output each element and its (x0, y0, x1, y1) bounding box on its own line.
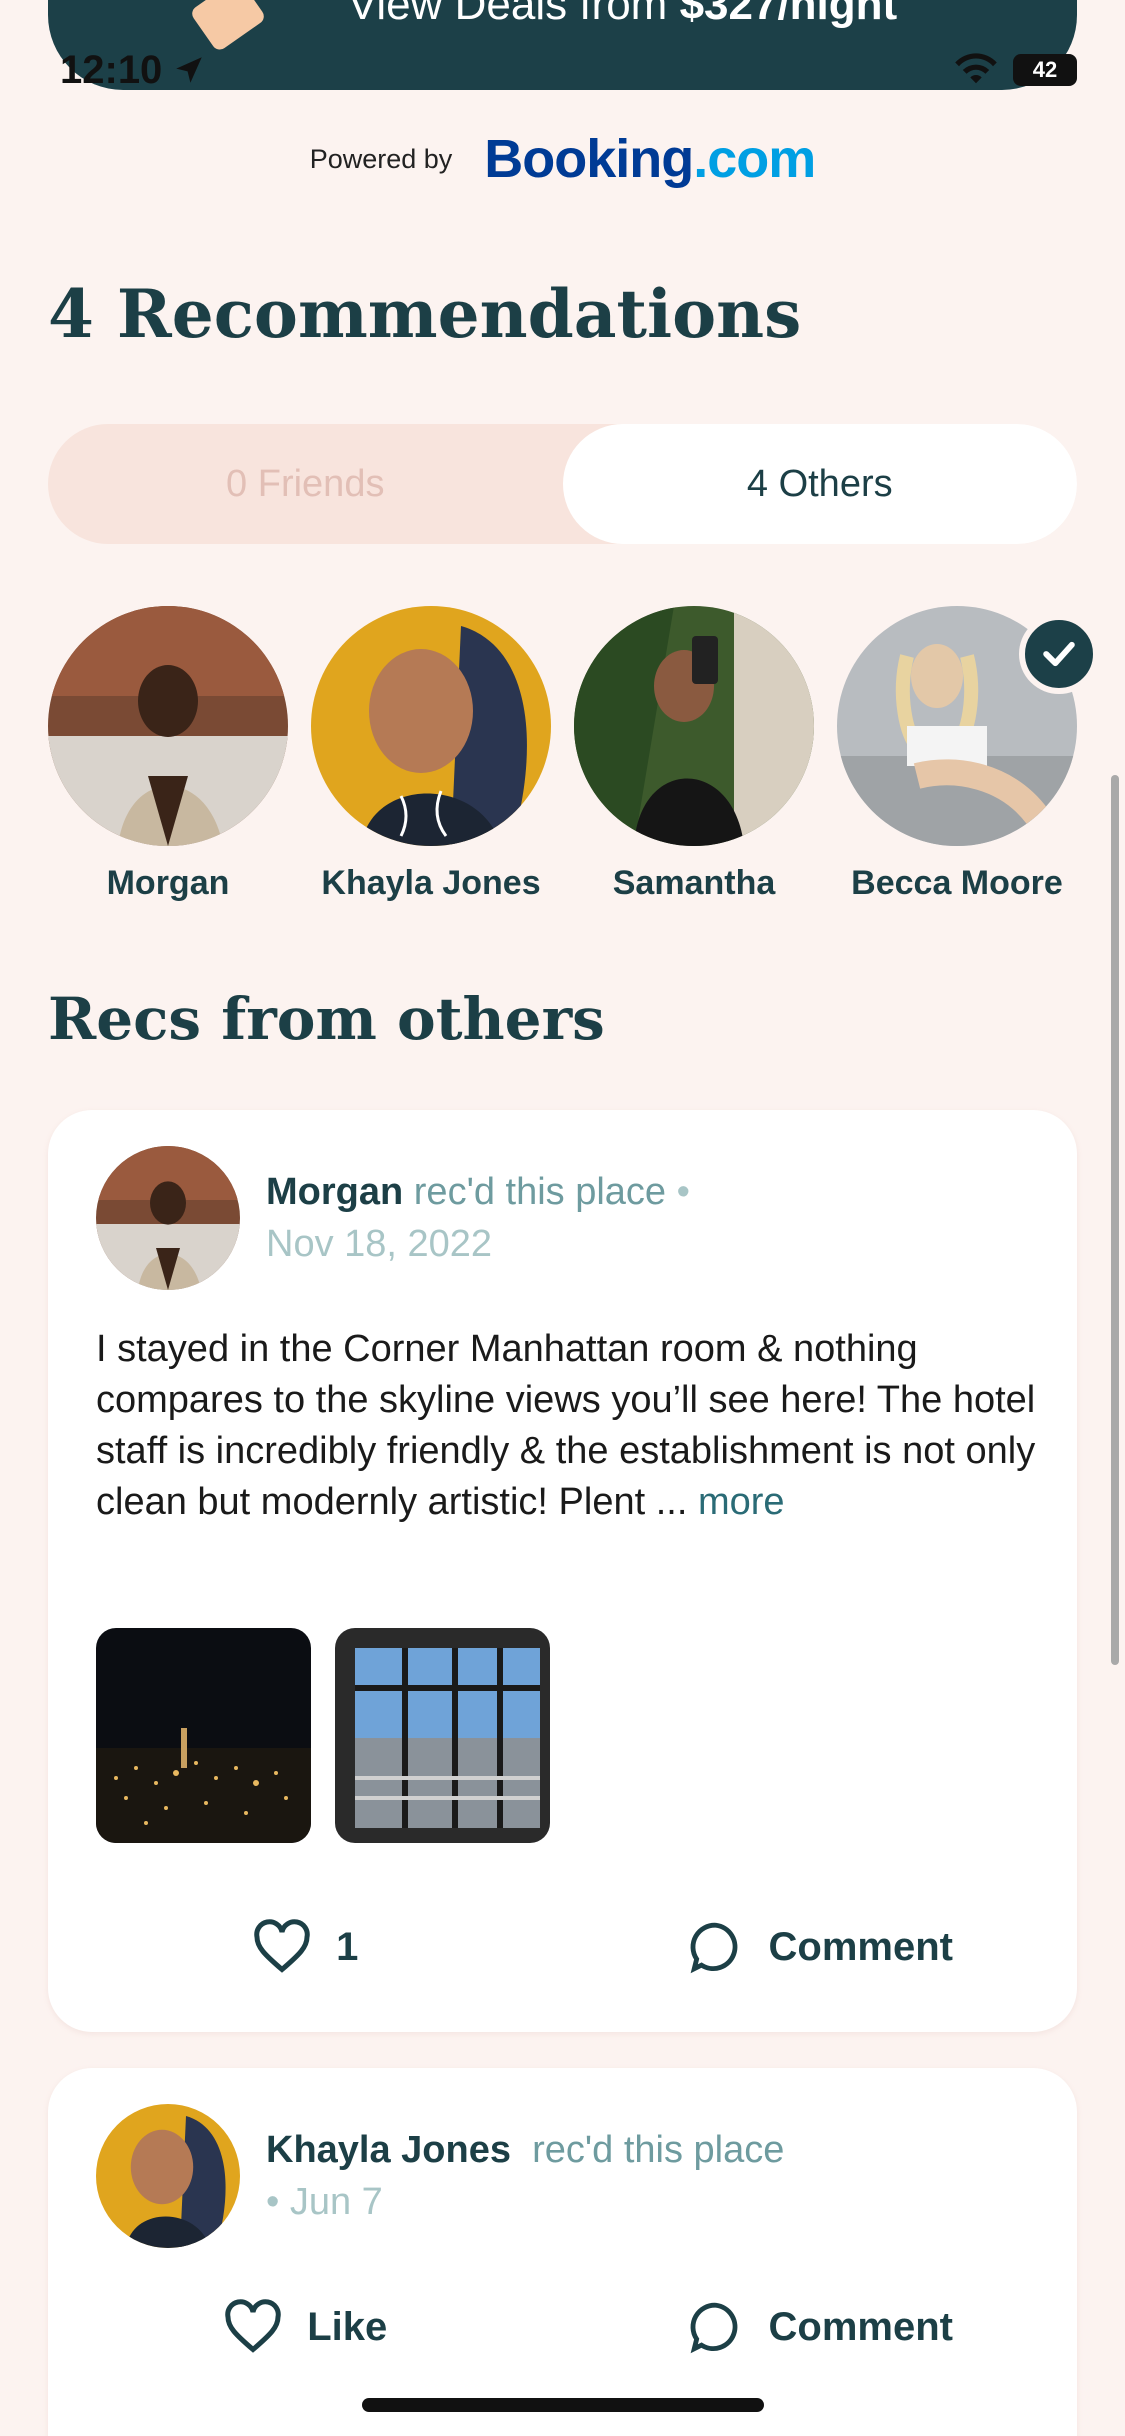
rec-header: Morgan rec'd this place • Nov 18, 2022 (266, 1166, 1026, 1270)
rec-separator: • (676, 1171, 690, 1213)
screen: View Deals from $327/night 12:10 42 Powe… (0, 0, 1125, 2436)
like-count: 1 (336, 1924, 359, 1969)
rec-card[interactable]: Morgan rec'd this place • Nov 18, 2022 I… (48, 1110, 1077, 2032)
location-arrow-icon (176, 57, 203, 83)
rec-author[interactable]: Khayla Jones (266, 2129, 511, 2171)
rec-text: I stayed in the Corner Manhattan room & … (96, 1328, 1036, 1523)
tab-friends[interactable]: 0 Friends (48, 424, 563, 544)
recommender-name: Samantha (612, 864, 776, 902)
rec-photo-window-view[interactable] (335, 1628, 550, 1843)
recommender-name: Becca Moore (851, 864, 1063, 902)
rec-card[interactable]: Khayla Jones rec'd this place • Jun 7 Li… (48, 2068, 1077, 2436)
powered-by-label: Powered by (309, 143, 453, 174)
deal-text: View Deals from $327/night (347, 0, 898, 29)
heart-icon (254, 1919, 310, 1973)
more-link[interactable]: more (698, 1481, 785, 1523)
like-label: Like (307, 2304, 388, 2349)
rec-actions: 1 Comment (48, 1918, 1077, 1976)
tab-others[interactable]: 4 Others (562, 424, 1077, 544)
rec-photo-night-skyline[interactable] (96, 1628, 311, 1843)
home-indicator[interactable] (362, 2398, 764, 2412)
recommendation-filter: 0 Friends 4 Others (48, 424, 1077, 544)
status-icons: 42 (953, 53, 1077, 87)
recommender-avatars: Morgan Khayla Jones Samantha Becca Moore (48, 606, 1099, 903)
comment-icon (690, 2302, 737, 2354)
heart-icon (225, 2299, 281, 2353)
comment-icon (690, 1922, 737, 1974)
rec-date: Nov 18, 2022 (266, 1223, 493, 1265)
rec-header: Khayla Jones rec'd this place • Jun 7 (266, 2124, 1026, 2228)
avatar (574, 606, 814, 846)
status-bar: 12:10 42 (0, 40, 1125, 100)
powered-by: Powered by Booking.com (0, 128, 1125, 190)
wifi-icon (955, 53, 997, 84)
rec-photos (96, 1628, 550, 1843)
recommender-name: Morgan (106, 864, 230, 902)
like-button[interactable]: 1 (48, 1918, 563, 1976)
avatar[interactable] (96, 2104, 240, 2248)
recommender-samantha[interactable]: Samantha (574, 606, 814, 903)
comment-button[interactable]: Comment (563, 1918, 1078, 1976)
recommender-becca-moore[interactable]: Becca Moore (837, 606, 1099, 903)
recommendations-title: 4 Recommendations (48, 275, 802, 353)
recommender-morgan[interactable]: Morgan (48, 606, 288, 903)
avatar (48, 606, 288, 846)
scrollbar[interactable] (1111, 775, 1119, 1665)
recommender-khayla-jones[interactable]: Khayla Jones (311, 606, 551, 903)
status-time: 12:10 (60, 48, 206, 93)
comment-button[interactable]: Comment (563, 2298, 1078, 2356)
verified-badge-icon (1019, 614, 1099, 694)
recs-section-title: Recs from others (48, 985, 605, 1053)
rec-action: rec'd this place (532, 2129, 785, 2171)
comment-label: Comment (768, 2304, 953, 2349)
battery-icon: 42 (1013, 54, 1077, 86)
rec-author[interactable]: Morgan (266, 1171, 403, 1213)
avatar (311, 606, 551, 846)
booking-logo[interactable]: Booking.com (484, 128, 816, 190)
recommender-name: Khayla Jones (321, 864, 541, 902)
rec-action: rec'd this place (413, 1171, 667, 1213)
comment-label: Comment (768, 1924, 953, 1969)
like-button[interactable]: Like (48, 2298, 563, 2356)
rec-date: • Jun 7 (266, 2181, 383, 2223)
rec-actions: Like Comment (48, 2298, 1077, 2356)
avatar[interactable] (96, 1146, 240, 1290)
